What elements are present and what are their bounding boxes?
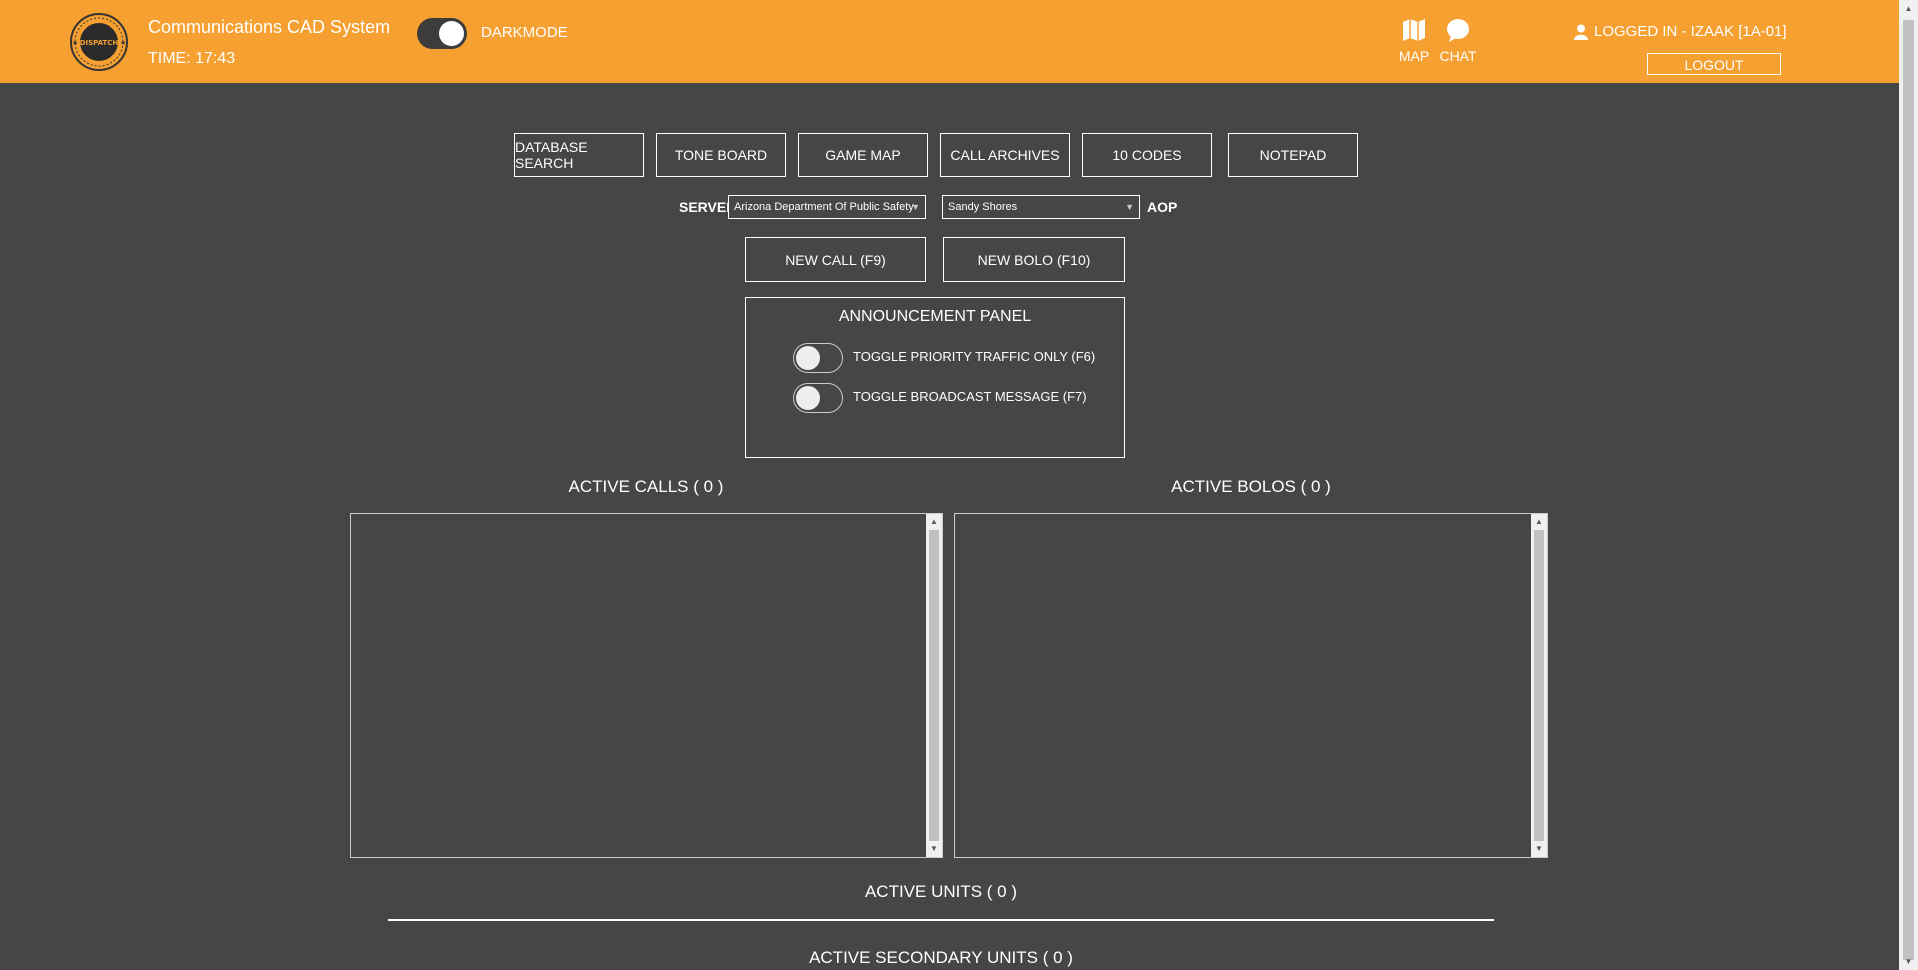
scroll-down-icon[interactable]: ▼	[926, 841, 942, 857]
server-select[interactable]: Arizona Department Of Public Safety ▼	[728, 195, 926, 219]
aop-select[interactable]: Sandy Shores ▼	[942, 195, 1140, 219]
logout-button[interactable]: LOGOUT	[1647, 53, 1781, 75]
active-units-title: ACTIVE UNITS ( 0 )	[864, 882, 1018, 901]
top-header: DISPATCH ★ ★ Communications CAD System T…	[0, 0, 1899, 83]
ten-codes-button[interactable]: 10 CODES	[1082, 133, 1212, 177]
map-icon	[1403, 19, 1425, 41]
user-icon	[1574, 24, 1588, 40]
active-calls-scrollbar[interactable]: ▲ ▼	[926, 514, 942, 857]
chat-icon	[1447, 19, 1469, 42]
darkmode-toggle[interactable]	[417, 18, 467, 49]
active-bolos-title: ACTIVE BOLOS ( 0 )	[1171, 477, 1331, 496]
priority-traffic-toggle[interactable]	[793, 343, 843, 373]
chevron-down-icon: ▼	[911, 202, 920, 212]
user-label: LOGGED IN - IZAAK [1A-01]	[1594, 23, 1787, 40]
chat-nav-button[interactable]: CHAT	[1436, 18, 1480, 64]
scroll-up-icon[interactable]: ▲	[1899, 0, 1918, 17]
scroll-down-icon[interactable]: ▼	[1531, 841, 1547, 857]
priority-traffic-label: TOGGLE PRIORITY TRAFFIC ONLY (F6)	[853, 349, 1096, 364]
announcement-panel: ANNOUNCEMENT PANEL TOGGLE PRIORITY TRAFF…	[745, 297, 1125, 458]
chat-label: CHAT	[1439, 48, 1477, 64]
aop-label: AOP	[1147, 199, 1178, 215]
scroll-up-icon[interactable]: ▲	[1531, 514, 1547, 530]
units-divider	[388, 919, 1494, 921]
active-secondary-units-title: ACTIVE SECONDARY UNITS ( 0 )	[809, 948, 1073, 967]
tone-board-button[interactable]: TONE BOARD	[656, 133, 786, 177]
server-select-value: Arizona Department Of Public Safety	[734, 201, 914, 213]
scroll-down-icon[interactable]: ▼	[1899, 953, 1918, 970]
dispatch-logo: DISPATCH ★ ★	[64, 12, 134, 72]
active-calls-title: ACTIVE CALLS ( 0 )	[568, 477, 724, 496]
logged-in-user: LOGGED IN - IZAAK [1A-01]	[1574, 23, 1787, 40]
page-scrollbar[interactable]: ▲ ▼	[1899, 0, 1918, 970]
broadcast-message-label: TOGGLE BROADCAST MESSAGE (F7)	[853, 389, 1087, 404]
svg-text:★: ★	[72, 39, 78, 47]
map-label: MAP	[1398, 48, 1430, 64]
database-search-button[interactable]: DATABASE SEARCH	[514, 133, 644, 177]
chevron-down-icon: ▼	[1125, 202, 1134, 212]
new-bolo-button[interactable]: NEW BOLO (F10)	[943, 237, 1125, 282]
broadcast-message-toggle[interactable]	[793, 383, 843, 413]
aop-select-value: Sandy Shores	[948, 201, 1018, 213]
notepad-button[interactable]: NOTEPAD	[1228, 133, 1358, 177]
active-calls-list[interactable]: ▲ ▼	[350, 513, 943, 858]
clock-time: TIME: 17:43	[148, 50, 236, 67]
announcement-panel-title: ANNOUNCEMENT PANEL	[838, 308, 1032, 325]
game-map-button[interactable]: GAME MAP	[798, 133, 928, 177]
active-bolos-scrollbar[interactable]: ▲ ▼	[1531, 514, 1547, 857]
scroll-up-icon[interactable]: ▲	[926, 514, 942, 530]
new-call-button[interactable]: NEW CALL (F9)	[745, 237, 926, 282]
logo-text: DISPATCH	[80, 39, 119, 47]
active-bolos-list[interactable]: ▲ ▼	[954, 513, 1548, 858]
svg-text:★: ★	[120, 39, 126, 47]
map-nav-button[interactable]: MAP	[1392, 18, 1436, 64]
call-archives-button[interactable]: CALL ARCHIVES	[940, 133, 1070, 177]
app-title: Communications CAD System	[148, 17, 391, 37]
darkmode-label: DARKMODE	[481, 24, 568, 41]
